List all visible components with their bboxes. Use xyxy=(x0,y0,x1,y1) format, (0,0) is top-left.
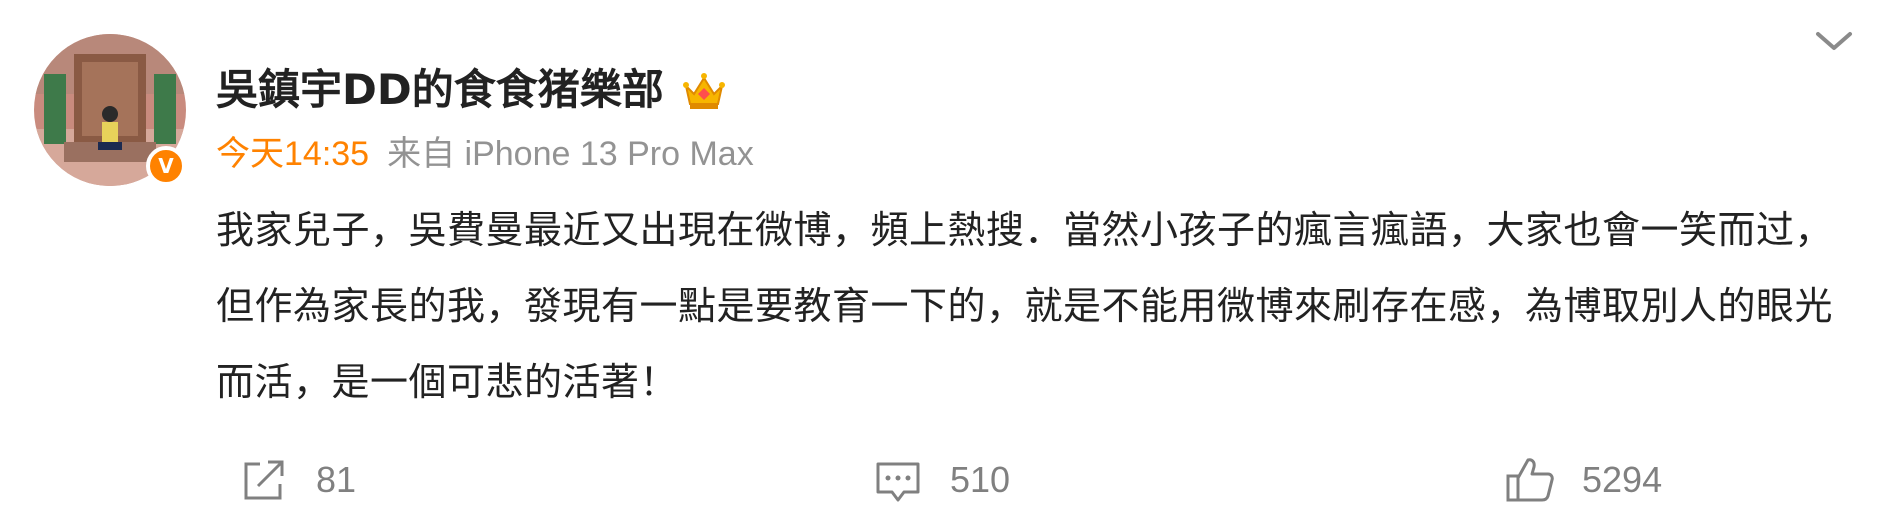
comment-count: 510 xyxy=(950,459,1011,500)
chevron-down-icon[interactable] xyxy=(1812,26,1856,56)
repost-count: 81 xyxy=(316,459,357,500)
verified-badge: V xyxy=(146,146,186,186)
like-button[interactable]: 5294 xyxy=(1504,452,1662,508)
weibo-post: V 吳鎮宇DD的食食猪樂部 今天14:35 来自 iPhone 13 Pro Ma… xyxy=(0,0,1894,531)
comment-button[interactable]: 510 xyxy=(872,452,1010,508)
post-source: 来自 iPhone 13 Pro Max xyxy=(387,135,754,173)
like-count: 5294 xyxy=(1582,459,1663,500)
repost-button[interactable]: 81 xyxy=(238,452,356,508)
username[interactable]: 吳鎮宇DD的食食猪樂部 xyxy=(216,60,664,120)
post-content: 我家兒子，吳費曼最近又出現在微博，頻上熱搜．當然小孩子的瘋言瘋語，大家也會一笑而… xyxy=(216,208,1834,404)
thumbs-up-icon xyxy=(1506,458,1554,502)
crown-icon[interactable] xyxy=(680,66,728,114)
comment-icon xyxy=(876,462,920,502)
share-icon xyxy=(244,460,284,500)
post-meta: 今天14:35 来自 iPhone 13 Pro Max xyxy=(216,132,754,176)
post-time[interactable]: 今天14:35 xyxy=(216,135,369,173)
